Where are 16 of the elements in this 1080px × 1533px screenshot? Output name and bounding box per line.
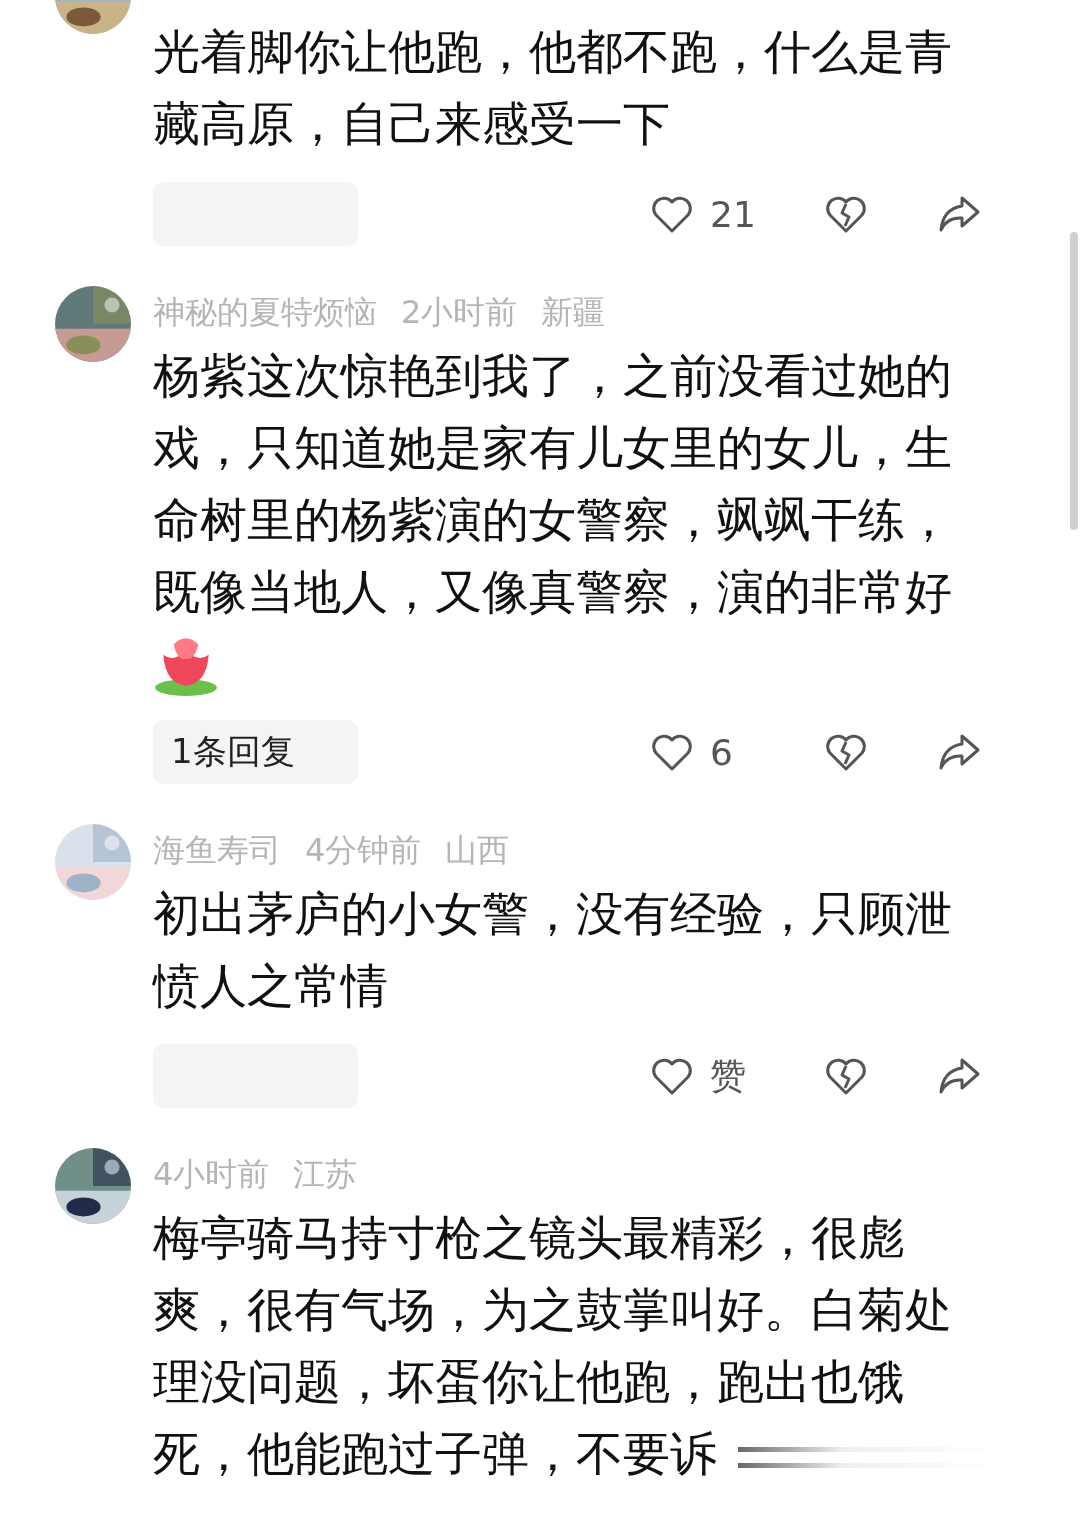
- user-name[interactable]: 海鱼寿司: [153, 828, 281, 872]
- comment-text: 初出茅庐的小女警，没有经验，只顾泄愤人之常情: [153, 885, 953, 1015]
- like-count: 赞: [709, 1053, 747, 1098]
- like-count: 6: [709, 731, 734, 773]
- scrollbar[interactable]: [1070, 232, 1078, 530]
- comment-location: 江苏: [293, 1154, 358, 1195]
- comment-location: 山西: [445, 830, 510, 871]
- comment-location: 新疆: [541, 292, 606, 333]
- like-count: 21: [709, 193, 757, 235]
- reply-button[interactable]: 1条回复: [153, 720, 358, 784]
- user-name[interactable]: 神秘的夏特烦恼: [153, 290, 377, 334]
- comment-text: 光着脚你让他跑，他都不跑，什么是青藏高原，自己来感受一下: [153, 23, 953, 153]
- comment-time: 4小时前: [153, 1154, 270, 1195]
- comment-time: 2小时前: [401, 292, 518, 333]
- comment-time: 4分钟前: [305, 830, 422, 871]
- comment-text: 杨紫这次惊艳到我了，之前没看过她的戏，只知道她是家有儿女里的女儿，生命树里的杨紫演的女警察，飒飒干练，既像当地人，又像真警察，演的非常好: [153, 347, 953, 621]
